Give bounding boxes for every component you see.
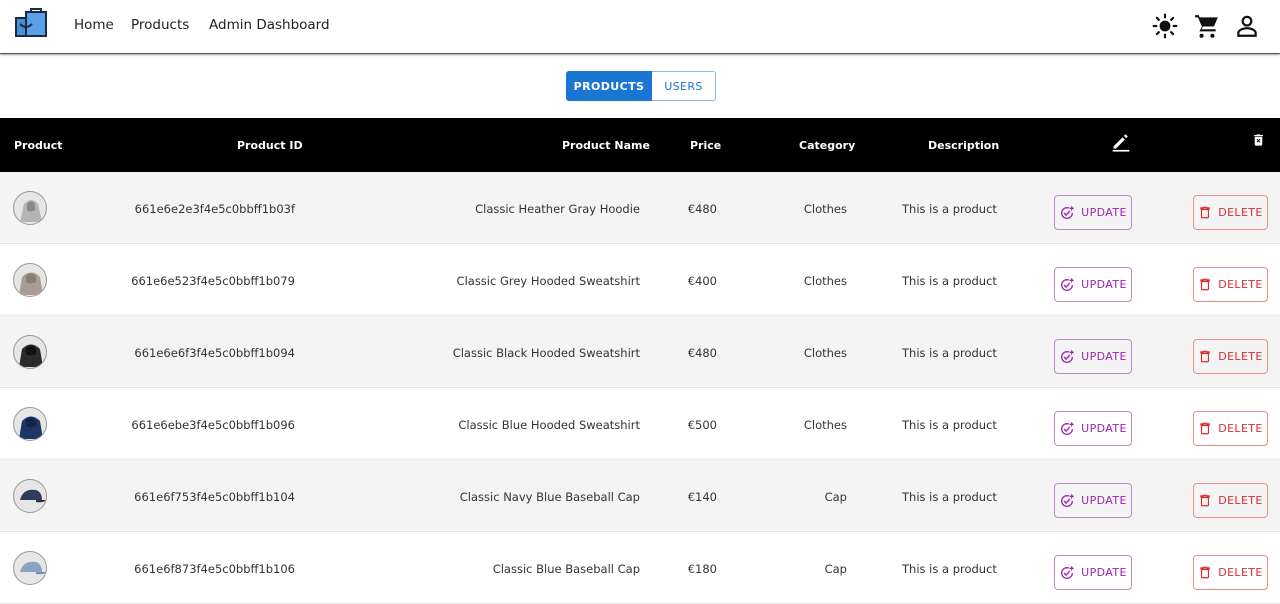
price-cell: €480 xyxy=(687,202,717,216)
product-thumbnail xyxy=(13,263,47,297)
trash-icon xyxy=(1200,206,1210,219)
product-id-cell: 661e6ebe3f4e5c0bbff1b096 xyxy=(131,418,295,432)
update-button[interactable]: UPDATE xyxy=(1054,555,1132,590)
update-button[interactable]: UPDATE xyxy=(1054,339,1132,374)
cart-icon[interactable] xyxy=(1194,13,1220,39)
header-product: Product xyxy=(14,139,63,152)
product-thumbnail xyxy=(13,551,47,585)
update-label: UPDATE xyxy=(1081,278,1127,291)
price-cell: €500 xyxy=(687,418,717,432)
price-cell: €400 xyxy=(687,274,717,288)
product-id-cell: 661e6f873f4e5c0bbff1b106 xyxy=(134,562,295,576)
product-id-cell: 661e6e6f3f4e5c0bbff1b094 xyxy=(134,346,295,360)
table-row: 661e6e2e3f4e5c0bbff1b03f Classic Heather… xyxy=(0,172,1280,244)
product-name-cell: Classic Navy Blue Baseball Cap xyxy=(459,490,640,504)
category-cell: Cap xyxy=(824,490,847,504)
product-thumbnail xyxy=(13,407,47,441)
table-row: 661e6f873f4e5c0bbff1b106 Classic Blue Ba… xyxy=(0,532,1280,604)
header-description: Description xyxy=(928,139,1000,152)
update-check-icon xyxy=(1061,349,1074,363)
update-check-icon xyxy=(1061,277,1074,291)
price-cell: €140 xyxy=(687,490,717,504)
table-row: 661e6f753f4e5c0bbff1b104 Classic Navy Bl… xyxy=(0,460,1280,532)
description-cell: This is a product xyxy=(902,274,997,288)
delete-label: DELETE xyxy=(1218,206,1263,219)
update-check-icon xyxy=(1061,493,1074,507)
trash-icon xyxy=(1200,422,1210,435)
trash-icon xyxy=(1200,566,1210,579)
product-thumbnail xyxy=(13,191,47,225)
brightness-icon[interactable] xyxy=(1152,13,1178,39)
users-toggle-button[interactable]: USERS xyxy=(652,71,716,101)
account-icon[interactable] xyxy=(1234,13,1260,39)
product-name-cell: Classic Heather Gray Hoodie xyxy=(475,202,640,216)
delete-label: DELETE xyxy=(1218,422,1263,435)
product-name-cell: Classic Blue Hooded Sweatshirt xyxy=(458,418,640,432)
trash-icon xyxy=(1200,350,1210,363)
update-label: UPDATE xyxy=(1081,566,1127,579)
trash-icon xyxy=(1200,278,1210,291)
update-label: UPDATE xyxy=(1081,350,1127,363)
description-cell: This is a product xyxy=(902,562,997,576)
description-cell: This is a product xyxy=(902,346,997,360)
delete-label: DELETE xyxy=(1218,494,1263,507)
delete-button[interactable]: DELETE xyxy=(1193,555,1268,590)
table-row: 661e6e523f4e5c0bbff1b079 Classic Grey Ho… xyxy=(0,244,1280,316)
update-button[interactable]: UPDATE xyxy=(1054,195,1132,230)
update-button[interactable]: UPDATE xyxy=(1054,267,1132,302)
delete-button[interactable]: DELETE xyxy=(1193,195,1268,230)
update-check-icon xyxy=(1061,421,1074,435)
delete-column-icon xyxy=(1254,134,1263,146)
delete-label: DELETE xyxy=(1218,566,1263,579)
delete-label: DELETE xyxy=(1218,278,1263,291)
table-header: Product Product ID Product Name Price Ca… xyxy=(0,118,1280,172)
delete-button[interactable]: DELETE xyxy=(1193,411,1268,446)
header-product-name: Product Name xyxy=(562,139,650,152)
category-cell: Clothes xyxy=(803,202,847,216)
delete-button[interactable]: DELETE xyxy=(1193,267,1268,302)
nav-products-link[interactable]: Products xyxy=(131,17,189,33)
top-navbar: Home Products Admin Dashboard xyxy=(0,0,1280,54)
header-price: Price xyxy=(690,139,722,152)
products-toggle-button[interactable]: PRODUCTS xyxy=(566,71,652,101)
category-cell: Clothes xyxy=(803,418,847,432)
product-id-cell: 661e6e2e3f4e5c0bbff1b03f xyxy=(134,202,295,216)
update-label: UPDATE xyxy=(1081,422,1127,435)
product-name-cell: Classic Grey Hooded Sweatshirt xyxy=(456,274,640,288)
price-cell: €480 xyxy=(687,346,717,360)
nav-home-link[interactable]: Home xyxy=(74,17,114,33)
nav-admin-dashboard-link[interactable]: Admin Dashboard xyxy=(209,17,330,33)
product-name-cell: Classic Black Hooded Sweatshirt xyxy=(452,346,640,360)
update-check-icon xyxy=(1061,565,1074,579)
delete-label: DELETE xyxy=(1218,350,1263,363)
description-cell: This is a product xyxy=(902,418,997,432)
category-cell: Cap xyxy=(824,562,847,576)
update-button[interactable]: UPDATE xyxy=(1054,411,1132,446)
product-name-cell: Classic Blue Baseball Cap xyxy=(492,562,640,576)
delete-button[interactable]: DELETE xyxy=(1193,483,1268,518)
table-row: 661e6ebe3f4e5c0bbff1b096 Classic Blue Ho… xyxy=(0,388,1280,460)
table-row: 661e6e6f3f4e5c0bbff1b094 Classic Black H… xyxy=(0,316,1280,388)
update-label: UPDATE xyxy=(1081,494,1127,507)
description-cell: This is a product xyxy=(902,490,997,504)
edit-icon xyxy=(1112,134,1130,152)
description-cell: This is a product xyxy=(902,202,997,216)
header-product-id: Product ID xyxy=(237,139,303,152)
product-id-cell: 661e6f753f4e5c0bbff1b104 xyxy=(134,490,295,504)
category-cell: Clothes xyxy=(803,274,847,288)
product-thumbnail xyxy=(13,479,47,513)
shop-logo-icon[interactable] xyxy=(14,8,48,40)
price-cell: €180 xyxy=(687,562,717,576)
product-thumbnail xyxy=(13,335,47,369)
update-label: UPDATE xyxy=(1081,206,1127,219)
update-button[interactable]: UPDATE xyxy=(1054,483,1132,518)
update-check-icon xyxy=(1061,205,1074,219)
trash-icon xyxy=(1200,494,1210,507)
delete-button[interactable]: DELETE xyxy=(1193,339,1268,374)
product-id-cell: 661e6e523f4e5c0bbff1b079 xyxy=(131,274,295,288)
category-cell: Clothes xyxy=(803,346,847,360)
header-category: Category xyxy=(799,139,856,152)
